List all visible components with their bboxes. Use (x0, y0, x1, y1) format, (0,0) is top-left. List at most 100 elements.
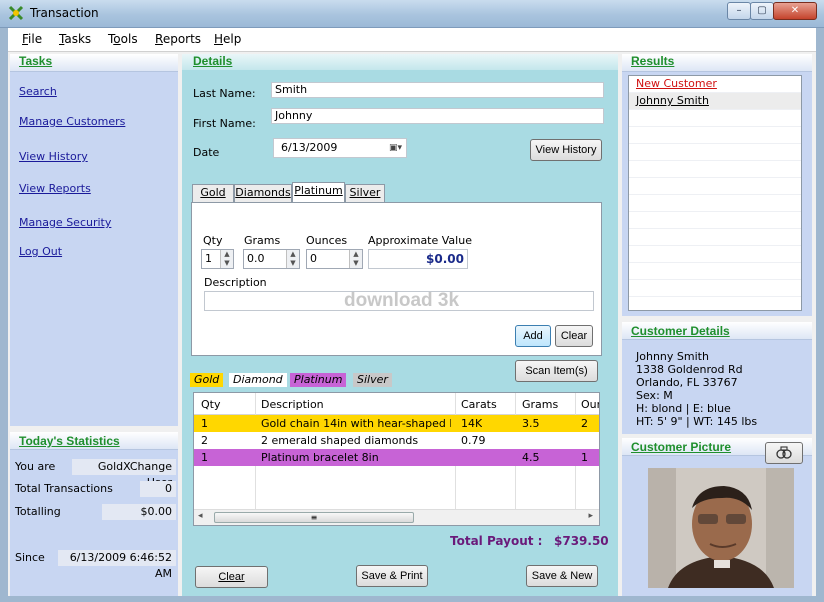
clear-item-button[interactable]: Clear (555, 325, 593, 347)
legend-diamond: Diamond (229, 373, 287, 387)
totalling-label: Totalling (15, 505, 61, 518)
col-qty[interactable]: Qty (201, 398, 220, 411)
customer-picture-title: Customer Picture (631, 440, 732, 454)
list-item (629, 246, 801, 263)
qty-stepper[interactable]: 1 ▲ ▼ (201, 249, 234, 269)
customer-hair-eyes: H: blond | E: blue (636, 402, 731, 415)
list-item (629, 212, 801, 229)
qty-spin-arrows-icon[interactable]: ▲ ▼ (220, 250, 233, 268)
task-search-link[interactable]: Search (19, 85, 57, 98)
task-log-out-link[interactable]: Log Out (19, 245, 62, 258)
task-view-reports-link[interactable]: View Reports (19, 182, 91, 195)
menu-help[interactable]: Help (214, 32, 241, 46)
table-row[interactable]: 1 Gold chain 14in with hear-shaped loc..… (194, 415, 599, 432)
tab-gold[interactable]: Gold (192, 184, 234, 202)
cell-carats: 14K (461, 417, 483, 430)
details-title: Details (193, 54, 233, 68)
col-description[interactable]: Description (261, 398, 324, 411)
table-row[interactable]: 1 Platinum bracelet 8in 4.5 1 (194, 449, 599, 466)
watermark-text: download 3k (344, 290, 460, 311)
cell-our: 2 (581, 417, 588, 430)
you-are-label: You are (15, 460, 56, 473)
save-print-button[interactable]: Save & Print (356, 565, 428, 587)
grams-value: 0.0 (247, 252, 265, 265)
stats-title: Today's Statistics (19, 434, 120, 448)
scroll-left-icon[interactable]: ◂ (198, 511, 203, 521)
scrollbar-thumb[interactable]: ≡ (214, 512, 414, 523)
you-are-value: GoldXChange User (72, 459, 176, 489)
menu-tools[interactable]: Tools (108, 32, 138, 46)
menu-bar: File Tasks Tools Reports Help (8, 28, 816, 52)
cell-description: Gold chain 14in with hear-shaped loc... (261, 417, 451, 430)
add-button[interactable]: Add (515, 325, 551, 347)
cell-qty: 1 (201, 417, 208, 430)
list-item (629, 110, 801, 127)
customer-details-panel: Customer Details Johnny Smith 1338 Golde… (622, 322, 812, 434)
clear-button[interactable]: Clear (195, 566, 268, 588)
first-name-field[interactable]: Johnny (271, 108, 604, 124)
close-button[interactable]: ✕ (773, 2, 817, 20)
view-history-button[interactable]: View History (530, 139, 602, 161)
ounces-stepper[interactable]: 0 ▲ ▼ (306, 249, 363, 269)
approx-value-label: Approximate Value (368, 234, 472, 247)
calendar-dropdown-icon[interactable]: ▣▾ (389, 139, 402, 157)
task-view-history-link[interactable]: View History (19, 150, 88, 163)
last-name-label: Last Name: (193, 87, 256, 100)
date-value: 6/13/2009 (281, 141, 338, 154)
scroll-right-icon[interactable]: ▸ (588, 511, 593, 521)
tab-diamonds-label: Diamonds (235, 186, 291, 199)
total-payout-label: Total Payout : (450, 534, 543, 548)
list-item (629, 280, 801, 297)
customer-city: Orlando, FL 33767 (636, 376, 738, 389)
qty-value: 1 (205, 252, 212, 265)
menu-tasks[interactable]: Tasks (59, 32, 91, 46)
menu-reports[interactable]: Reports (155, 32, 201, 46)
ounces-label: Ounces (306, 234, 348, 247)
cell-grams: 3.5 (522, 417, 540, 430)
col-our[interactable]: Our (581, 398, 599, 411)
first-name-label: First Name: (193, 117, 256, 130)
date-picker[interactable]: 6/13/2009 ▣▾ (273, 138, 407, 158)
customer-height-weight: HT: 5' 9" | WT: 145 lbs (636, 415, 758, 428)
since-value: 6/13/2009 6:46:52 AM (58, 550, 176, 580)
list-item (629, 127, 801, 144)
result-item[interactable]: Johnny Smith (629, 93, 801, 110)
last-name-field[interactable]: Smith (271, 82, 604, 98)
tab-diamonds[interactable]: Diamonds (234, 184, 292, 202)
result-new-customer[interactable]: New Customer (629, 76, 801, 93)
cell-qty: 2 (201, 434, 208, 447)
customer-photo-image (648, 468, 794, 588)
list-item (629, 229, 801, 246)
grams-stepper[interactable]: 0.0 ▲ ▼ (243, 249, 300, 269)
customer-details-title: Customer Details (631, 324, 730, 338)
stats-panel: Today's Statistics You are GoldXChange U… (10, 432, 178, 596)
table-row[interactable]: 2 2 emerald shaped diamonds 0.79 (194, 432, 599, 449)
menu-file[interactable]: File (22, 32, 42, 46)
clear-button-label: Clear (218, 571, 245, 583)
cell-grams: 4.5 (522, 451, 540, 464)
window-title: Transaction (30, 6, 99, 20)
list-item (629, 161, 801, 178)
ounces-spin-arrows-icon[interactable]: ▲ ▼ (349, 250, 362, 268)
scan-items-button[interactable]: Scan Item(s) (515, 360, 598, 382)
col-carats[interactable]: Carats (461, 398, 497, 411)
maximize-button[interactable]: ▢ (750, 2, 774, 20)
tab-platinum[interactable]: Platinum (292, 182, 345, 203)
task-manage-customers-link[interactable]: Manage Customers (19, 115, 125, 128)
legend-silver: Silver (353, 373, 392, 387)
tab-gold-label: Gold (200, 186, 226, 199)
camera-button[interactable] (765, 442, 803, 464)
horizontal-scrollbar[interactable]: ◂ ≡ ▸ (194, 509, 599, 525)
save-new-button[interactable]: Save & New (526, 565, 598, 587)
minimize-button[interactable]: – (727, 2, 751, 20)
grams-spin-arrows-icon[interactable]: ▲ ▼ (286, 250, 299, 268)
col-grams[interactable]: Grams (522, 398, 558, 411)
ounces-value: 0 (310, 252, 317, 265)
legend-gold: Gold (190, 373, 224, 387)
tab-silver[interactable]: Silver (345, 184, 385, 202)
task-manage-security-link[interactable]: Manage Security (19, 216, 111, 229)
list-item (629, 144, 801, 161)
results-title: Results (631, 54, 675, 68)
grams-label: Grams (244, 234, 281, 247)
description-label: Description (204, 276, 267, 289)
